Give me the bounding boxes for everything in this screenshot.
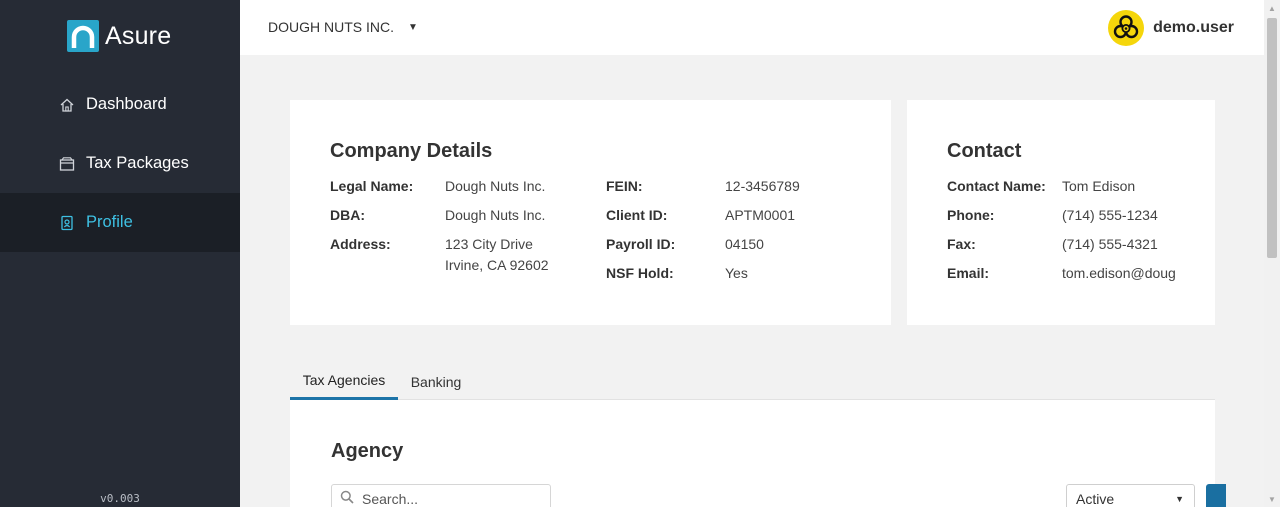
scrollbar-thumb[interactable]: [1267, 18, 1277, 258]
add-agency-button[interactable]: [1206, 484, 1226, 507]
agency-panel: Agency Active ▼: [290, 400, 1226, 507]
fein-value: 12-3456789: [725, 178, 800, 194]
sidebar-item-label: Dashboard: [86, 95, 167, 113]
contact-title: Contact: [947, 140, 1022, 162]
nsf-hold-value: Yes: [725, 265, 748, 281]
username: demo.user: [1153, 19, 1234, 36]
client-id-value: APTM0001: [725, 207, 796, 223]
nsf-hold-label: NSF Hold:: [606, 265, 674, 281]
agency-search[interactable]: [331, 484, 551, 507]
phone-value: (714) 555-1234: [1062, 207, 1158, 223]
app-name: Asure: [105, 21, 172, 50]
client-id-label: Client ID:: [606, 207, 668, 223]
legal-name-value: Dough Nuts Inc.: [445, 178, 546, 194]
email-label: Email:: [947, 265, 990, 281]
company-details-card: Company Details Legal Name: Dough Nuts I…: [290, 100, 891, 325]
tab-tax-agencies[interactable]: Tax Agencies: [290, 363, 398, 400]
dba-value: Dough Nuts Inc.: [445, 207, 546, 223]
fax-value: (714) 555-4321: [1062, 236, 1158, 252]
contact-name-label: Contact Name:: [947, 178, 1046, 194]
phone-label: Phone:: [947, 207, 995, 223]
sidebar: Asure Dashboard Tax Packages Profile v0.…: [0, 0, 240, 507]
sidebar-item-label: Profile: [86, 213, 133, 231]
caret-down-icon: ▼: [408, 21, 418, 33]
fein-label: FEIN:: [606, 178, 643, 194]
email-value[interactable]: tom.edison@doug: [1062, 263, 1210, 284]
page-scrollbar[interactable]: ▲ ▼: [1264, 0, 1280, 507]
sidebar-item-dashboard[interactable]: Dashboard: [0, 75, 240, 134]
home-icon: [59, 97, 75, 113]
company-name: DOUGH NUTS INC.: [268, 19, 394, 35]
dba-label: DBA:: [330, 207, 365, 223]
company-selector[interactable]: DOUGH NUTS INC. ▼: [268, 19, 418, 35]
caret-down-icon: ▼: [1175, 494, 1184, 504]
contact-card: Contact Contact Name: Tom Edison Phone: …: [907, 100, 1215, 325]
contact-name-value: Tom Edison: [1062, 178, 1136, 194]
package-icon: [59, 156, 75, 172]
profile-badge-icon: [59, 215, 75, 231]
tab-banking[interactable]: Banking: [398, 363, 474, 400]
app-version: v0.003: [100, 492, 140, 505]
sidebar-item-tax-packages[interactable]: Tax Packages: [0, 134, 240, 193]
payroll-id-value: 04150: [725, 236, 764, 252]
address-line2: Irvine, CA 92602: [445, 257, 549, 273]
address-label: Address:: [330, 236, 391, 252]
search-icon: [340, 490, 354, 507]
asure-logo-icon: [67, 20, 99, 52]
fax-label: Fax:: [947, 236, 976, 252]
sidebar-item-label: Tax Packages: [86, 154, 189, 172]
sidebar-item-profile[interactable]: Profile: [0, 193, 240, 252]
top-bar: DOUGH NUTS INC. ▼ demo.user: [240, 0, 1264, 55]
status-filter-select[interactable]: Active ▼: [1066, 484, 1195, 507]
scroll-down-icon[interactable]: ▼: [1264, 491, 1280, 507]
legal-name-label: Legal Name:: [330, 178, 414, 194]
user-menu[interactable]: demo.user: [1108, 10, 1234, 46]
status-filter-value: Active: [1076, 491, 1115, 507]
asure-logo[interactable]: Asure: [67, 20, 171, 52]
biohazard-icon: [1108, 10, 1145, 46]
profile-tabs: Tax Agencies Banking: [290, 363, 1215, 400]
company-details-title: Company Details: [330, 140, 493, 162]
sidebar-nav: Dashboard Tax Packages Profile: [0, 75, 240, 252]
search-input[interactable]: [362, 491, 532, 507]
agency-title: Agency: [331, 440, 404, 462]
payroll-id-label: Payroll ID:: [606, 236, 676, 252]
address-line1: 123 City Drive: [445, 236, 533, 252]
scroll-up-icon[interactable]: ▲: [1264, 0, 1280, 16]
